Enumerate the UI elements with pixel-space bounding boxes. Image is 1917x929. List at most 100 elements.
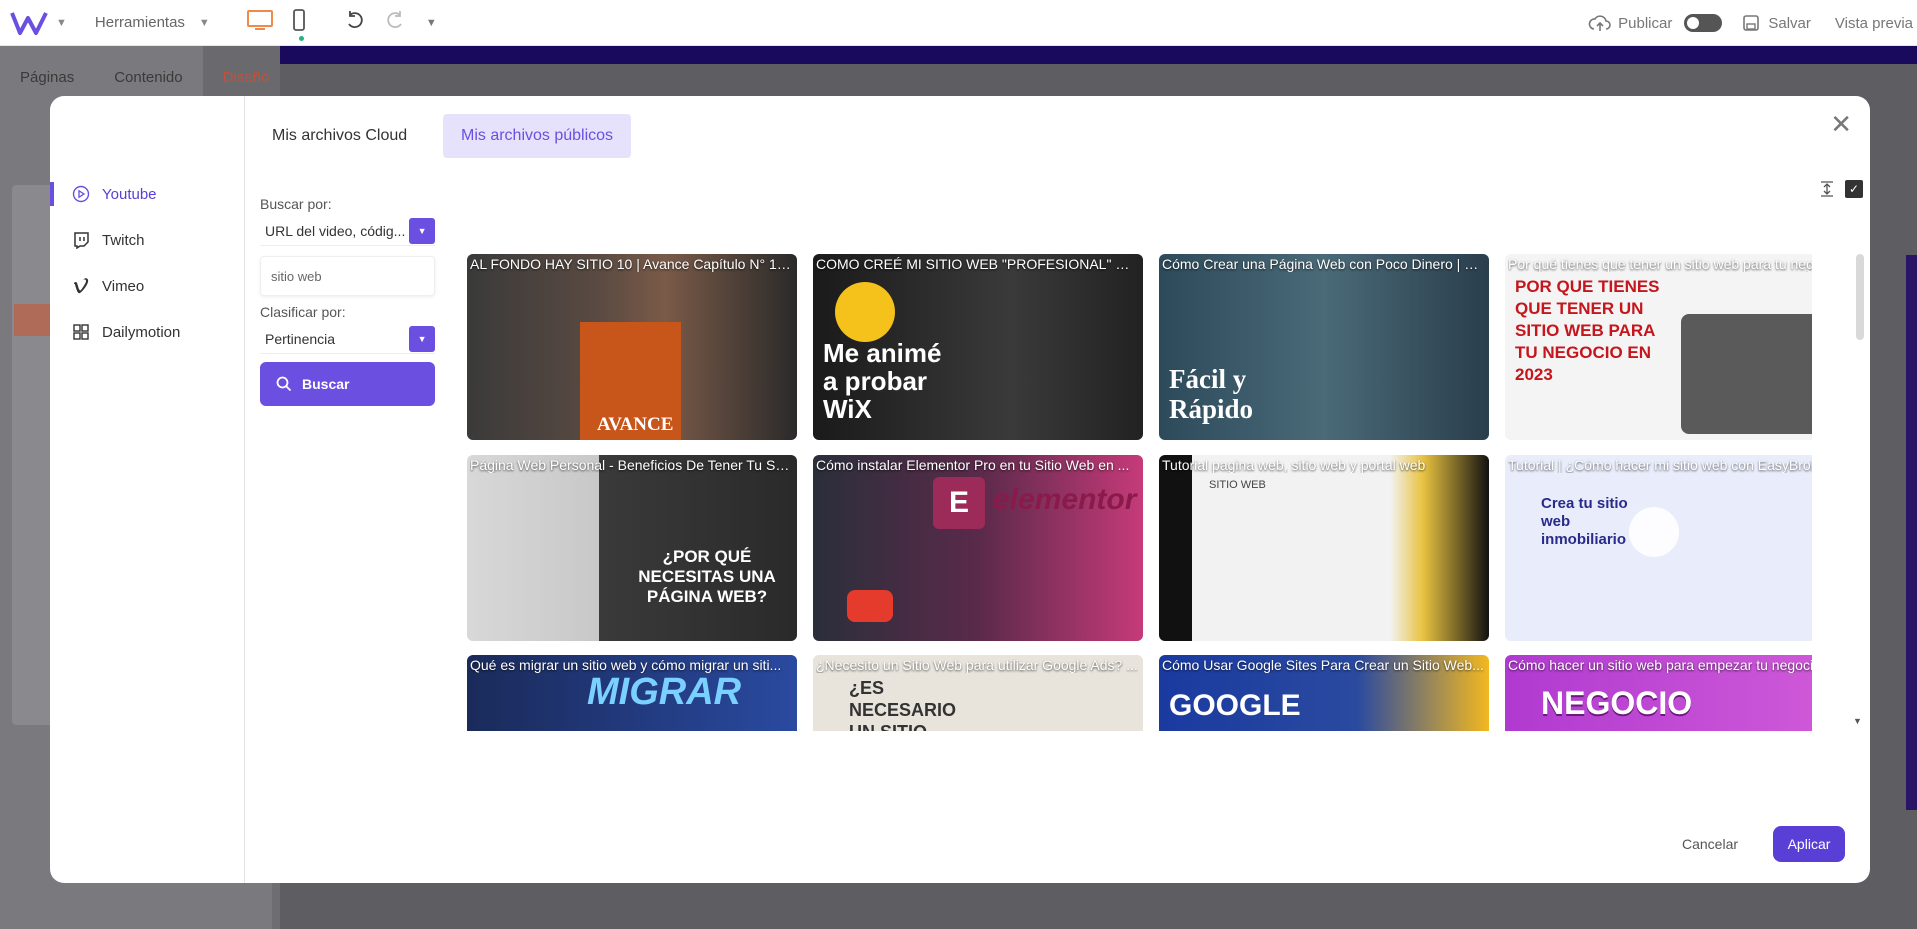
thumbnail-text: ¿POR QUÉ NECESITAS UNA PÁGINA WEB? bbox=[638, 547, 776, 606]
apply-button[interactable]: Aplicar bbox=[1773, 826, 1845, 862]
source-vimeo[interactable]: Vimeo bbox=[50, 268, 245, 304]
search-by-value: URL del video, códig... bbox=[265, 222, 406, 239]
video-card[interactable]: Cómo Crear una Página Web con Poco Diner… bbox=[1159, 254, 1489, 440]
search-filters: Buscar por: URL del video, códig... ▼ si… bbox=[260, 196, 435, 406]
thumbnail-text: Me animé a probar WiX bbox=[823, 338, 942, 424]
youtube-play-icon bbox=[847, 590, 893, 622]
source-label: Dailymotion bbox=[102, 323, 181, 341]
twitch-icon bbox=[72, 231, 90, 249]
results-scrollbar[interactable] bbox=[1854, 254, 1866, 731]
tab-public-files[interactable]: Mis archivos públicos bbox=[443, 114, 632, 158]
search-button[interactable]: Buscar bbox=[260, 362, 435, 406]
chevron-down-icon[interactable]: ▼ bbox=[426, 17, 437, 29]
video-title: Cómo instalar Elementor Pro en tu Sitio … bbox=[816, 457, 1130, 473]
top-toolbar: ▼ Herramientas ▼ ▼ Publicar Salvar Vista… bbox=[0, 0, 1917, 46]
mobile-view-icon[interactable] bbox=[292, 8, 306, 41]
video-card[interactable]: Tutorial pagina web, sitio web y portal … bbox=[1159, 455, 1489, 641]
video-card[interactable]: Tutorial | ¿Cómo hacer mi sitio web con … bbox=[1505, 455, 1812, 641]
video-title: Cómo Crear una Página Web con Poco Diner… bbox=[1162, 256, 1484, 272]
video-card[interactable]: Qué es migrar un sitio web y cómo migrar… bbox=[467, 655, 797, 731]
source-label: Vimeo bbox=[102, 277, 145, 295]
dailymotion-icon bbox=[72, 323, 90, 341]
video-title: Tutorial | ¿Cómo hacer mi sitio web con … bbox=[1508, 457, 1812, 473]
video-card[interactable]: COMO CREÉ MI SITIO WEB "PROFESIONAL" EN … bbox=[813, 254, 1143, 440]
search-by-select[interactable]: URL del video, códig... ▼ bbox=[260, 216, 435, 246]
scrollbar-thumb[interactable] bbox=[1856, 254, 1864, 340]
video-card[interactable]: AL FONDO HAY SITIO 10 | Avance Capítulo … bbox=[467, 254, 797, 440]
video-title: Cómo Usar Google Sites Para Crear un Sit… bbox=[1162, 657, 1484, 673]
preview-button[interactable]: Vista previa bbox=[1835, 15, 1913, 32]
select-checkbox-icon[interactable]: ✓ bbox=[1845, 180, 1863, 198]
elementor-logo-icon: E bbox=[933, 477, 985, 529]
thumbnail-text: AVANCE bbox=[597, 414, 674, 435]
sort-by-value: Pertinencia bbox=[265, 330, 336, 347]
vimeo-icon bbox=[72, 277, 90, 295]
expand-vertical-icon[interactable] bbox=[1818, 180, 1836, 198]
video-card[interactable]: ¿Necesito un Sitio Web para utilizar Goo… bbox=[813, 655, 1143, 731]
video-title: Por qué tienes que tener un sitio web pa… bbox=[1508, 256, 1812, 272]
source-sidebar: Youtube Twitch Vimeo Dailymotion bbox=[50, 96, 245, 883]
thumbnail-text: GOOGLE bbox=[1169, 689, 1301, 722]
sort-by-label: Clasificar por: bbox=[260, 304, 346, 320]
app-logo[interactable] bbox=[10, 8, 50, 38]
search-by-label: Buscar por: bbox=[260, 196, 332, 212]
tools-label: Herramientas bbox=[94, 14, 185, 31]
source-twitch[interactable]: Twitch bbox=[50, 222, 245, 258]
thumbnail-text: SITIO WEB bbox=[1209, 479, 1266, 491]
thumbnail-text: Fácil y Rápido bbox=[1169, 364, 1254, 424]
thumbnail-text: elementor bbox=[993, 483, 1137, 516]
thumbnail-text: MIGRAR bbox=[587, 671, 742, 713]
emoji-sunglasses-icon bbox=[835, 282, 895, 342]
publish-toggle[interactable] bbox=[1684, 14, 1723, 32]
tools-menu[interactable]: Herramientas ▼ bbox=[95, 14, 210, 31]
publish-control[interactable]: Publicar bbox=[1588, 13, 1723, 33]
save-label: Salvar bbox=[1768, 14, 1811, 32]
video-card[interactable]: Cómo instalar Elementor Pro en tu Sitio … bbox=[813, 455, 1143, 641]
editor-tab-content[interactable]: Contenido bbox=[94, 69, 202, 86]
search-icon bbox=[276, 376, 292, 392]
search-button-label: Buscar bbox=[302, 376, 350, 392]
source-dailymotion[interactable]: Dailymotion bbox=[50, 314, 245, 350]
source-youtube[interactable]: Youtube bbox=[50, 176, 245, 212]
thumbnail-text: POR QUE TIENES QUE TENER UN SITIO WEB PA… bbox=[1515, 277, 1660, 384]
thumbnail-text: Crea tu sitio web inmobiliario bbox=[1541, 495, 1628, 548]
close-icon[interactable]: ✕ bbox=[1830, 110, 1852, 140]
source-label: Twitch bbox=[102, 231, 145, 249]
video-card[interactable]: Por qué tienes que tener un sitio web pa… bbox=[1505, 254, 1812, 440]
video-title: AL FONDO HAY SITIO 10 | Avance Capítulo … bbox=[470, 256, 792, 272]
save-icon bbox=[1743, 15, 1760, 31]
editor-tab-pages[interactable]: Páginas bbox=[0, 69, 94, 86]
search-input[interactable]: sitio web bbox=[260, 256, 435, 296]
video-card[interactable]: Cómo Usar Google Sites Para Crear un Sit… bbox=[1159, 655, 1489, 731]
desktop-view-icon[interactable] bbox=[246, 9, 274, 36]
sort-by-select[interactable]: Pertinencia ▼ bbox=[260, 324, 435, 354]
thumbnail-text: ¿ES NECESARIO UN SITIO bbox=[849, 678, 957, 731]
undo-icon[interactable] bbox=[344, 9, 366, 36]
scroll-down-icon[interactable]: ▼ bbox=[1853, 716, 1862, 726]
canvas-purple-block bbox=[1906, 255, 1917, 810]
chevron-down-icon[interactable]: ▼ bbox=[56, 17, 67, 29]
video-card[interactable]: Cómo hacer un sitio web para empezar tu … bbox=[1505, 655, 1812, 731]
media-picker-modal: Youtube Twitch Vimeo Dailymotion Mis arc… bbox=[50, 96, 1870, 883]
source-label: Youtube bbox=[102, 185, 157, 203]
thumbnail-text: NEGOCIO bbox=[1541, 685, 1693, 721]
save-button[interactable]: Salvar bbox=[1742, 14, 1811, 32]
redo-icon[interactable] bbox=[384, 9, 406, 36]
cancel-button[interactable]: Cancelar bbox=[1682, 836, 1738, 852]
active-indicator bbox=[298, 36, 304, 41]
chevron-down-icon: ▼ bbox=[198, 16, 210, 29]
video-title: ¿Necesito un Sitio Web para utilizar Goo… bbox=[816, 657, 1138, 673]
video-results-grid: AL FONDO HAY SITIO 10 | Avance Capítulo … bbox=[467, 254, 1812, 731]
video-title: COMO CREÉ MI SITIO WEB "PROFESIONAL" EN … bbox=[816, 256, 1138, 272]
video-card[interactable]: Página Web Personal - Beneficios De Tene… bbox=[467, 455, 797, 641]
video-title: Cómo hacer un sitio web para empezar tu … bbox=[1508, 657, 1812, 673]
dropdown-arrow-icon: ▼ bbox=[409, 325, 435, 352]
publish-label: Publicar bbox=[1618, 14, 1673, 32]
laptop-illustration bbox=[1681, 314, 1812, 434]
tab-cloud-files[interactable]: Mis archivos Cloud bbox=[254, 114, 425, 158]
dropdown-arrow-icon: ▼ bbox=[409, 217, 435, 244]
video-title: Tutorial pagina web, sitio web y portal … bbox=[1162, 457, 1426, 473]
cloud-upload-icon bbox=[1588, 15, 1611, 31]
canvas-header-strip bbox=[280, 46, 1917, 64]
youtube-icon bbox=[72, 185, 90, 203]
